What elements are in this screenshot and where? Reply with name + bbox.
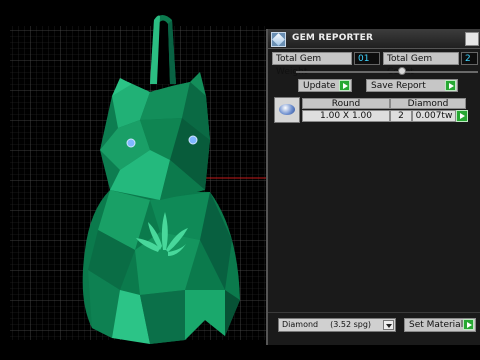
gem-weight-cell: 0.007tw — [412, 110, 456, 122]
gem-shape-header: Round — [302, 98, 390, 109]
right-eye-gem — [188, 135, 198, 145]
gem-count-cell: 2 — [390, 110, 412, 122]
left-eye-gem — [126, 138, 136, 148]
material-name: Diamond — [282, 320, 319, 329]
set-material-button[interactable]: Set Material — [404, 318, 476, 332]
material-dropdown[interactable]: Diamond (3.52 spg) — [278, 318, 396, 332]
panel-title: GEM REPORTER — [292, 33, 374, 43]
update-button[interactable]: Update — [298, 79, 352, 92]
panel-slider-track[interactable] — [296, 71, 478, 73]
set-material-button-label: Set Material — [409, 320, 464, 330]
gem-size-cell: 1.00 X 1.00 — [302, 110, 390, 122]
gem-row-go-icon[interactable] — [456, 110, 468, 122]
material-bar: Diamond (3.52 spg) Set Material — [268, 312, 480, 334]
save-report-button-label: Save Report — [371, 81, 426, 91]
save-report-go-icon — [445, 80, 456, 91]
gem-material-header: Diamond — [390, 98, 466, 109]
update-go-icon — [339, 80, 350, 91]
3d-viewport[interactable] — [0, 0, 268, 360]
chevron-down-icon[interactable] — [383, 320, 394, 330]
total-gem-weight-label: Total Gem Weight — [272, 52, 352, 77]
gem-table: Round Diamond 1.00 X 1.00 2 0.007tw — [274, 97, 478, 125]
pendant-bail — [150, 15, 176, 84]
gem-reporter-panel: GEM REPORTER Total Gem Weight 01 Total G… — [266, 29, 480, 345]
round-gem-thumbnail-icon[interactable] — [274, 97, 300, 123]
panel-titlebar[interactable]: GEM REPORTER — [268, 29, 480, 49]
material-density: (3.52 spg) — [330, 320, 372, 329]
gem-reporter-app-icon — [271, 32, 286, 47]
panel-slider-handle[interactable] — [397, 67, 406, 75]
set-material-go-icon — [463, 319, 474, 330]
total-gem-weight-value: 01 — [354, 52, 380, 65]
update-button-label: Update — [303, 81, 336, 91]
viewport-canvas — [10, 15, 268, 344]
total-gem-count-label: Total Gem Count — [383, 52, 459, 77]
save-report-button[interactable]: Save Report — [366, 79, 458, 92]
panel-corner-tab[interactable] — [465, 32, 479, 46]
total-gem-count-value: 2 — [461, 52, 478, 65]
